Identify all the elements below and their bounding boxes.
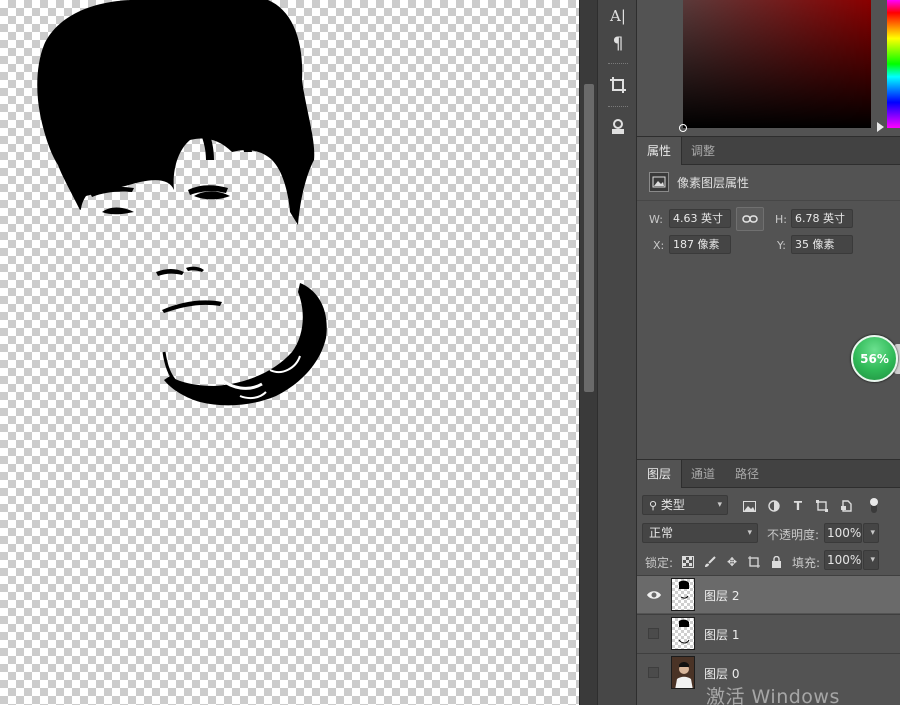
x-field[interactable]: 187 像素 <box>669 235 731 254</box>
lock-brush-icon[interactable] <box>703 555 717 569</box>
layer-thumbnail <box>671 578 695 611</box>
blend-mode-select[interactable]: 正常 ▾ <box>642 523 758 543</box>
layer-thumbnail <box>671 656 695 689</box>
scrollbar-thumb[interactable] <box>584 84 594 392</box>
opacity-label: 不透明度: <box>767 528 820 542</box>
search-icon: ⚲ <box>649 499 658 512</box>
x-label: X: <box>653 239 665 252</box>
canvas-vertical-scrollbar[interactable] <box>579 0 597 705</box>
properties-title: 像素图层属性 <box>677 176 750 190</box>
chevron-down-icon: ▾ <box>747 528 752 538</box>
height-field[interactable]: 6.78 英寸 <box>791 209 853 228</box>
lock-artboard-icon[interactable] <box>747 555 761 569</box>
document-canvas[interactable] <box>0 0 579 705</box>
width-field[interactable]: 4.63 英寸 <box>669 209 731 228</box>
opacity-dropdown[interactable]: ▾ <box>863 523 879 543</box>
layer-filter-select[interactable]: ⚲ 类型 ▾ <box>642 495 728 515</box>
fill-dropdown[interactable]: ▾ <box>863 550 879 570</box>
tab-adjustments[interactable]: 调整 <box>681 137 725 165</box>
link-dimensions-button[interactable] <box>736 207 764 231</box>
opacity-field[interactable]: 100% <box>824 523 862 543</box>
tab-layers[interactable]: 图层 <box>637 460 683 488</box>
y-field[interactable]: 35 像素 <box>791 235 853 254</box>
lock-label: 锁定: <box>645 556 674 570</box>
width-label: W: <box>649 213 663 226</box>
crop-icon[interactable] <box>604 72 632 98</box>
color-picker-panel <box>637 0 900 137</box>
panel-grip[interactable] <box>608 63 628 65</box>
filter-adjustment-icon[interactable] <box>766 498 782 514</box>
layers-tab-bar: 图层 通道 路径 <box>637 460 900 488</box>
layer-row-2[interactable]: 图层 2 <box>637 575 900 613</box>
link-icon <box>742 215 758 223</box>
character-panel-icon[interactable]: A| <box>604 3 632 29</box>
tab-properties[interactable]: 属性 <box>637 137 683 165</box>
filter-shape-icon[interactable] <box>814 498 830 514</box>
tab-channels[interactable]: 通道 <box>681 460 725 488</box>
layers-panel: 图层 通道 路径 ⚲ 类型 ▾ T 正常 ▾ 不透明度: 100% ▾ 锁定: … <box>637 460 900 705</box>
layer-filter-label: 类型 <box>660 498 685 512</box>
layer-row-1[interactable]: 图层 1 <box>637 614 900 652</box>
filter-pixel-icon[interactable] <box>741 498 757 514</box>
paragraph-panel-icon[interactable]: ¶ <box>604 31 632 57</box>
color-field[interactable] <box>679 0 871 132</box>
filter-type-icon[interactable]: T <box>790 498 806 514</box>
layer-name[interactable]: 图层 1 <box>704 626 739 643</box>
layer-thumbnail <box>671 617 695 650</box>
layer-name[interactable]: 图层 2 <box>704 587 739 604</box>
properties-panel: 属性 调整 像素图层属性 W: 4.63 英寸 H: 6.78 英寸 X: 18… <box>637 137 900 460</box>
blend-mode-value: 正常 <box>649 526 674 540</box>
properties-tab-bar: 属性 调整 <box>637 137 900 165</box>
clone-stamp-icon[interactable] <box>604 114 632 140</box>
filter-toggle-icon[interactable] <box>866 498 882 514</box>
lock-all-icon[interactable] <box>769 555 783 569</box>
eye-icon[interactable] <box>646 587 662 603</box>
visibility-toggle[interactable] <box>648 667 659 678</box>
panel-grip[interactable] <box>608 106 628 108</box>
chevron-down-icon: ▾ <box>717 500 722 510</box>
fill-label: 填充: <box>792 556 821 570</box>
tab-paths[interactable]: 路径 <box>725 460 769 488</box>
fill-field[interactable]: 100% <box>824 550 862 570</box>
zoom-badge[interactable]: 56% <box>851 335 898 382</box>
panel-tool-column: A| ¶ <box>597 0 637 705</box>
visibility-toggle[interactable] <box>648 628 659 639</box>
lock-transparency-icon[interactable] <box>681 555 695 569</box>
chevron-down-icon: ▾ <box>870 528 875 538</box>
pixel-layer-icon <box>649 172 669 192</box>
hue-slider-arrow-icon[interactable] <box>877 122 884 132</box>
height-label: H: <box>775 213 787 226</box>
lock-move-icon[interactable]: ✥ <box>725 555 739 569</box>
properties-header: 像素图层属性 <box>637 165 900 201</box>
chevron-down-icon: ▾ <box>870 555 875 565</box>
layer-name[interactable]: 图层 0 <box>704 665 739 682</box>
y-label: Y: <box>777 239 786 252</box>
hue-slider[interactable] <box>887 0 900 128</box>
filter-smart-object-icon[interactable] <box>838 498 854 514</box>
windows-activation-watermark: 激活 Windows <box>706 686 840 705</box>
threshold-portrait-artwork <box>37 0 327 406</box>
color-picker-ring[interactable] <box>679 124 687 132</box>
